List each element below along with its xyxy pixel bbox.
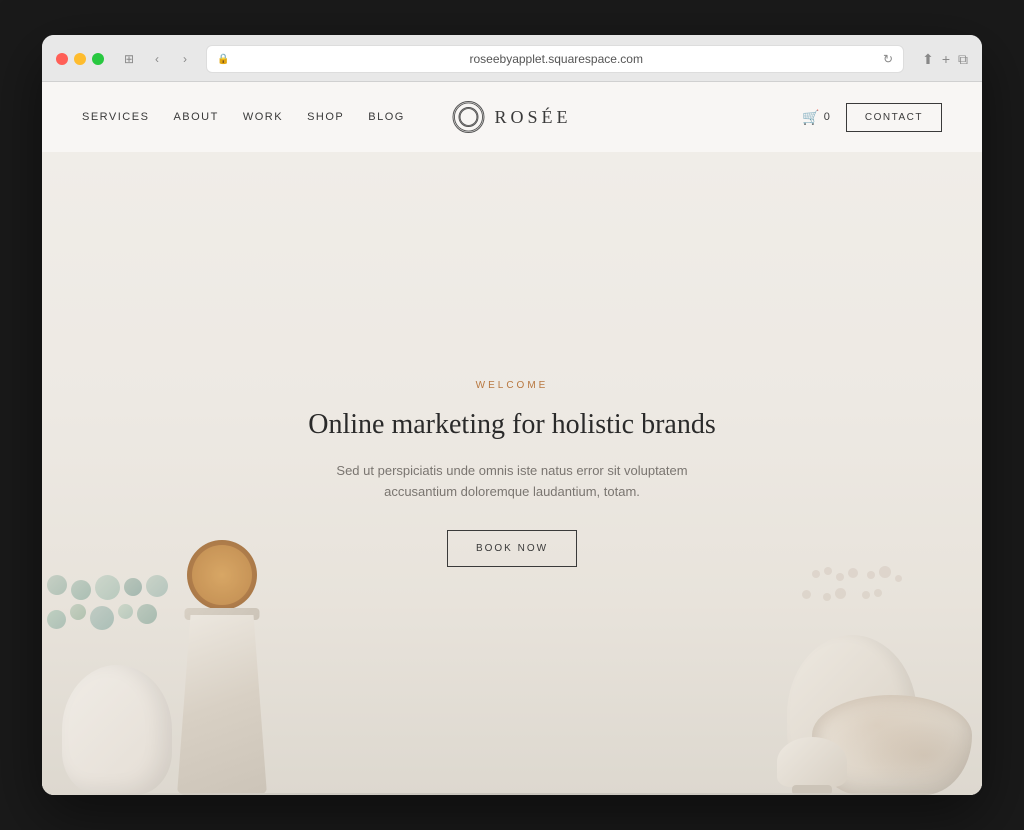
forward-button[interactable]: › [174, 48, 196, 70]
vase-body-large [62, 665, 172, 795]
navigation: SERVICES ABOUT WORK SHOP BLOG ROSÉE 🛒 [42, 82, 982, 152]
tabs-icon[interactable]: ⧉ [958, 51, 968, 68]
browser-chrome: ⊞ ‹ › 🔒 roseebyapplet.squarespace.com ↻ … [42, 35, 982, 82]
close-button[interactable] [56, 53, 68, 65]
vase-cone [172, 515, 272, 795]
website-content: SERVICES ABOUT WORK SHOP BLOG ROSÉE 🛒 [42, 82, 982, 795]
minimize-button[interactable] [74, 53, 86, 65]
bowl-small-shape [777, 737, 847, 787]
book-now-button[interactable]: BOOK NOW [447, 530, 577, 567]
browser-actions: ⬆ + ⧉ [922, 51, 968, 68]
cart-count: 0 [824, 111, 830, 123]
nav-item-services[interactable]: SERVICES [82, 111, 149, 123]
sidebar-toggle[interactable]: ⊞ [118, 48, 140, 70]
hydrangea-flowers [47, 575, 187, 675]
url-text: roseebyapplet.squarespace.com [235, 52, 877, 66]
browser-controls: ⊞ ‹ › [118, 48, 196, 70]
browser-window: ⊞ ‹ › 🔒 roseebyapplet.squarespace.com ↻ … [42, 35, 982, 795]
contact-button[interactable]: CONTACT [846, 103, 942, 132]
traffic-lights [56, 53, 104, 65]
vase-cone-body [177, 615, 267, 795]
nav-left: SERVICES ABOUT WORK SHOP BLOG [82, 111, 405, 123]
share-icon[interactable]: ⬆ [922, 51, 934, 68]
welcome-label: WELCOME [302, 380, 722, 391]
hero-section: WELCOME Online marketing for holistic br… [42, 152, 982, 795]
vase-large [52, 595, 182, 795]
nav-item-about[interactable]: ABOUT [173, 111, 218, 123]
nav-right: 🛒 0 CONTACT [802, 103, 942, 132]
dried-flowers [182, 520, 262, 610]
nav-item-blog[interactable]: BLOG [368, 111, 405, 123]
new-tab-icon[interactable]: + [942, 51, 950, 67]
maximize-button[interactable] [92, 53, 104, 65]
lock-icon: 🔒 [217, 54, 229, 65]
nav-item-shop[interactable]: SHOP [307, 111, 344, 123]
hero-title: Online marketing for holistic brands [302, 407, 722, 443]
hero-subtitle: Sed ut perspiciatis unde omnis iste natu… [302, 461, 722, 503]
cart-icon: 🛒 [802, 109, 819, 126]
bowl-small [772, 715, 852, 795]
logo-text: ROSÉE [494, 107, 571, 128]
address-bar[interactable]: 🔒 roseebyapplet.squarespace.com ↻ [206, 45, 904, 73]
wispy-flower-cluster [802, 565, 902, 645]
back-button[interactable]: ‹ [146, 48, 168, 70]
hero-content: WELCOME Online marketing for holistic br… [302, 380, 722, 568]
vases-right [702, 395, 982, 795]
reload-icon[interactable]: ↻ [883, 52, 893, 66]
nav-item-work[interactable]: WORK [243, 111, 283, 123]
dried-flower-head [187, 540, 257, 610]
shelf-line [42, 793, 982, 795]
logo-icon [452, 101, 484, 133]
logo[interactable]: ROSÉE [452, 101, 571, 133]
cart-button[interactable]: 🛒 0 [802, 109, 830, 126]
